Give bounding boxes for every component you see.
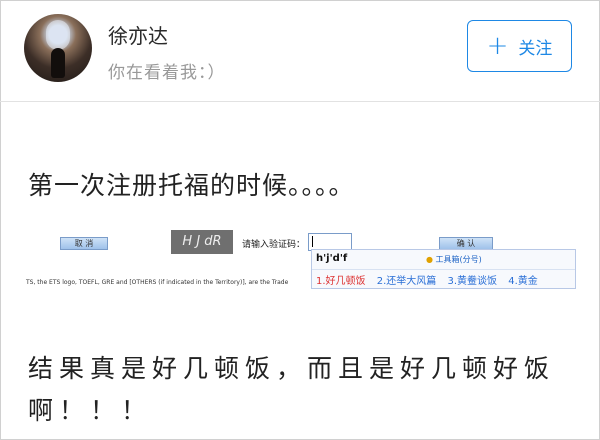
follow-label: 关注 [518, 38, 553, 59]
plus-icon: + [486, 31, 509, 61]
ime-candidate: 1.好几顿饭 [316, 276, 366, 287]
ime-toolbox-label: 工具箱(分号) [435, 255, 482, 264]
captcha-image: H J dR [171, 230, 233, 254]
text-caret [312, 236, 313, 247]
post-text-first: 第一次注册托福的时候。。。。 [28, 171, 355, 200]
author-bio: 你在看着我：） [108, 63, 226, 83]
author-name[interactable]: 徐亦达 [108, 20, 168, 49]
lightbulb-icon: ● [426, 255, 433, 264]
ime-pinyin: h'j'd'f [316, 253, 348, 264]
ime-candidate: 3.黄鲞谈饭 [447, 276, 498, 287]
avatar[interactable] [24, 14, 92, 82]
avatar-light [46, 20, 70, 50]
ime-candidate-window: h'j'd'f ● 工具箱(分号) 1.好几顿饭 2.还举大风篇 3.黄鲞谈饭 … [311, 249, 576, 289]
header-divider [0, 101, 600, 102]
embedded-screenshot: 取 消 H J dR 请输入验证码： 确 认 TS, the ETS logo,… [26, 225, 576, 301]
avatar-figure [51, 48, 65, 78]
cancel-button: 取 消 [60, 237, 108, 250]
ime-toolbox: ● 工具箱(分号) [426, 254, 482, 265]
ime-candidate: 4.黄金 [508, 276, 538, 287]
ime-candidates: 1.好几顿饭 2.还举大风篇 3.黄鲞谈饭 4.黄金 [316, 272, 546, 287]
ime-divider [312, 269, 575, 270]
legal-text: TS, the ETS logo, TOEFL, GRE and [OTHERS… [26, 279, 289, 286]
follow-button[interactable]: + 关注 [467, 20, 572, 72]
ime-candidate: 2.还举大风篇 [376, 276, 437, 287]
captcha-prompt: 请输入验证码： [242, 240, 306, 250]
post-text-second: 结果真是好几顿饭，而且是好几顿好饭啊！！！ [28, 354, 556, 425]
